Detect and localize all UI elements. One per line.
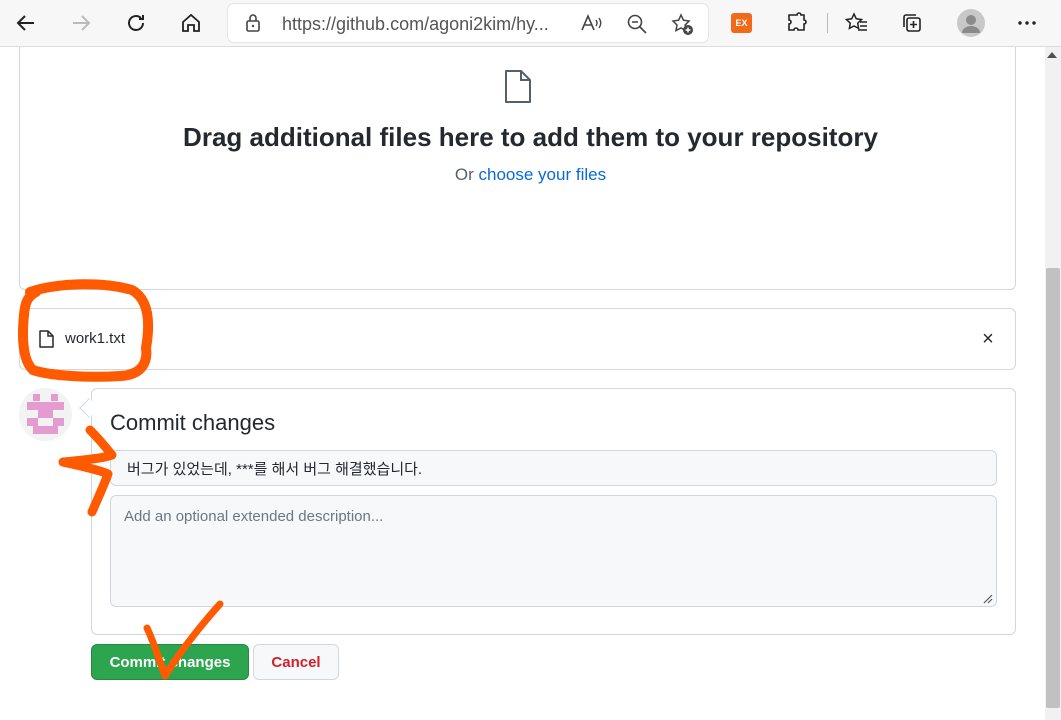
- dropzone-subtitle: Or choose your files: [0, 165, 1061, 185]
- scrollbar-thumb[interactable]: [1046, 268, 1060, 708]
- uploaded-file-row: [19, 308, 1016, 370]
- profile-avatar-icon[interactable]: [952, 4, 990, 42]
- back-icon[interactable]: [7, 4, 45, 42]
- address-bar[interactable]: https://github.com/agoni2kim/hy...: [228, 4, 708, 42]
- commit-heading: Commit changes: [110, 410, 276, 435]
- commit-description-textarea[interactable]: [110, 495, 997, 607]
- browser-toolbar: https://github.com/agoni2kim/hy... EX: [0, 0, 1061, 47]
- file-icon: [38, 330, 54, 353]
- forward-icon[interactable]: [62, 4, 100, 42]
- collections-icon[interactable]: [893, 4, 931, 42]
- url-text[interactable]: https://github.com/agoni2kim/hy...: [282, 14, 557, 35]
- extensions-puzzle-icon[interactable]: [778, 4, 816, 42]
- lock-icon[interactable]: [244, 13, 262, 38]
- commit-changes-button[interactable]: Commit changes: [91, 644, 249, 680]
- favorites-icon[interactable]: [838, 4, 876, 42]
- scroll-up-arrow-icon[interactable]: [1047, 52, 1057, 58]
- choose-files-link[interactable]: choose your files: [479, 165, 607, 184]
- refresh-icon[interactable]: [117, 4, 155, 42]
- resize-grip-icon[interactable]: [982, 591, 993, 609]
- extension-ex-icon[interactable]: EX: [731, 13, 752, 33]
- toolbar-divider: [827, 13, 828, 33]
- add-favorite-icon[interactable]: [670, 12, 694, 41]
- zoom-icon[interactable]: [626, 13, 648, 40]
- file-name: work1.txt: [65, 330, 126, 347]
- avatar[interactable]: [19, 388, 72, 441]
- file-icon: [503, 69, 533, 110]
- or-text: Or: [454, 165, 474, 184]
- remove-file-icon[interactable]: ×: [978, 328, 998, 352]
- commit-summary-input[interactable]: [110, 450, 997, 486]
- more-menu-icon[interactable]: [1008, 4, 1046, 42]
- home-icon[interactable]: [172, 4, 210, 42]
- cancel-button[interactable]: Cancel: [253, 644, 339, 680]
- dropzone-title: Drag additional files here to add them t…: [183, 122, 878, 152]
- read-aloud-icon[interactable]: [580, 12, 604, 39]
